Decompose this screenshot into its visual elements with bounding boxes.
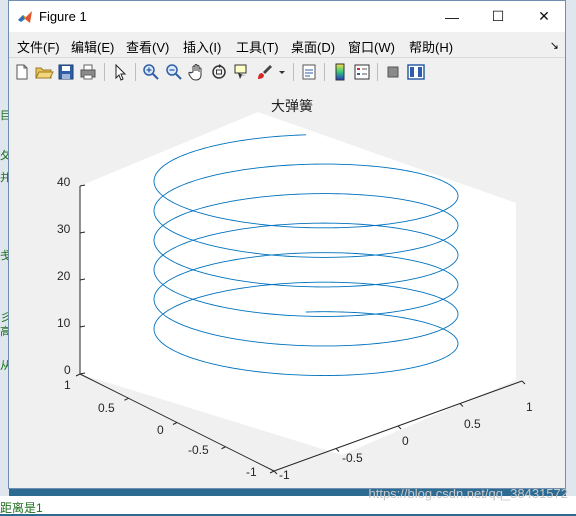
open-file-icon	[35, 67, 54, 79]
window-title: Figure 1	[39, 9, 87, 24]
axes-3d[interactable]	[9, 86, 565, 488]
brush-dropdown[interactable]	[277, 62, 287, 82]
minimize-button[interactable]: —	[429, 1, 475, 32]
toolbar-separator	[324, 63, 325, 81]
show-plot-tools-button[interactable]	[406, 62, 426, 82]
y-tick-mark	[172, 422, 178, 425]
y-tick-mark	[269, 470, 275, 474]
save-button[interactable]	[56, 62, 76, 82]
y-tick-mark	[124, 397, 129, 401]
edit-plot-button[interactable]	[110, 62, 130, 82]
menu-help[interactable]: 帮助(H)	[409, 37, 453, 56]
bg-fragment: 距离是1	[0, 501, 43, 515]
pointer-icon	[115, 63, 127, 81]
menu-desktop[interactable]: 桌面(D)	[291, 37, 335, 56]
close-button[interactable]: ✕	[521, 1, 567, 32]
data-cursor-button[interactable]	[232, 62, 252, 82]
minimize-icon: —	[445, 8, 459, 25]
z-tick-label: 0	[64, 363, 71, 377]
axes-background	[80, 112, 516, 455]
pan-hand-icon	[188, 64, 202, 81]
x-tick-label: -1	[279, 468, 290, 482]
x-tick-label: 1	[526, 400, 533, 414]
zoom-in-button[interactable]	[141, 62, 161, 82]
y-tick-mark	[75, 373, 81, 377]
menu-bar: 文件(F) 编辑(E) 查看(V) 插入(I) 工具(T) 桌面(D) 窗口(W…	[9, 34, 565, 56]
hide-plot-tools-button[interactable]	[383, 62, 403, 82]
figure-canvas[interactable]: 大弹簧 40 30 20 10 0 1 0.5 0 -0.5 -1 -1 -0.…	[9, 86, 565, 488]
show-tools-icon	[407, 64, 425, 80]
print-button[interactable]	[78, 62, 98, 82]
save-icon	[58, 64, 74, 80]
y-tick-label: -1	[246, 465, 257, 479]
colorbar-icon	[335, 63, 345, 81]
toolbar-separator	[104, 63, 105, 81]
x-tick-label: 0.5	[464, 417, 481, 431]
toolbar-separator	[293, 63, 294, 81]
x-tick-mark	[459, 403, 464, 407]
new-figure-icon	[16, 64, 28, 80]
x-tick-mark	[521, 380, 526, 385]
x-tick-mark	[273, 470, 278, 475]
maximize-button[interactable]: ☐	[475, 1, 521, 32]
figure-toolbar	[9, 57, 565, 87]
matlab-logo-icon	[18, 11, 32, 23]
y-tick-mark	[221, 446, 226, 450]
z-tick-label: 10	[57, 316, 71, 330]
close-icon: ✕	[538, 8, 550, 24]
y-tick-label: 0	[157, 423, 164, 437]
rotate-3d-icon	[212, 64, 226, 79]
menu-edit[interactable]: 编辑(E)	[71, 37, 114, 56]
open-file-button[interactable]	[34, 62, 54, 82]
toolbar-separator	[377, 63, 378, 81]
zoom-in-icon	[143, 64, 159, 80]
z-tick-label: 20	[57, 269, 71, 283]
new-figure-button[interactable]	[12, 62, 32, 82]
title-bar[interactable]: Figure 1 — ☐ ✕	[9, 1, 565, 32]
z-tick-label: 30	[57, 222, 71, 236]
menu-dock-arrow-icon[interactable]: ↘	[550, 39, 559, 52]
hide-tools-icon	[387, 66, 399, 78]
legend-icon	[354, 64, 370, 80]
background-right-strip	[566, 0, 576, 514]
menu-file[interactable]: 文件(F)	[17, 37, 60, 56]
link-plot-icon	[302, 64, 316, 80]
pan-button[interactable]	[187, 62, 207, 82]
link-plot-button[interactable]	[299, 62, 319, 82]
x-tick-label: -0.5	[342, 451, 363, 465]
zoom-out-icon	[166, 64, 182, 80]
insert-colorbar-button[interactable]	[330, 62, 350, 82]
print-icon	[80, 64, 96, 80]
menu-window[interactable]: 窗口(W)	[348, 37, 395, 56]
brush-button[interactable]	[255, 62, 275, 82]
rotate-3d-button[interactable]	[209, 62, 229, 82]
data-cursor-icon	[234, 64, 247, 79]
y-tick-label: 1	[64, 378, 71, 392]
maximize-icon: ☐	[491, 8, 505, 24]
menu-insert[interactable]: 插入(I)	[183, 37, 221, 56]
insert-legend-button[interactable]	[352, 62, 372, 82]
chevron-down-icon	[279, 71, 285, 74]
toolbar-separator	[135, 63, 136, 81]
y-tick-label: 0.5	[98, 401, 115, 415]
y-tick-label: -0.5	[188, 443, 209, 457]
menu-view[interactable]: 查看(V)	[126, 37, 169, 56]
zoom-out-button[interactable]	[164, 62, 184, 82]
menu-tools[interactable]: 工具(T)	[236, 37, 279, 56]
brush-icon	[258, 65, 272, 79]
figure-window: Figure 1 — ☐ ✕ 文件(F) 编辑(E) 查看(V) 插入(I) 工…	[8, 0, 566, 489]
z-tick-label: 40	[57, 175, 71, 189]
x-tick-label: 0	[402, 434, 409, 448]
